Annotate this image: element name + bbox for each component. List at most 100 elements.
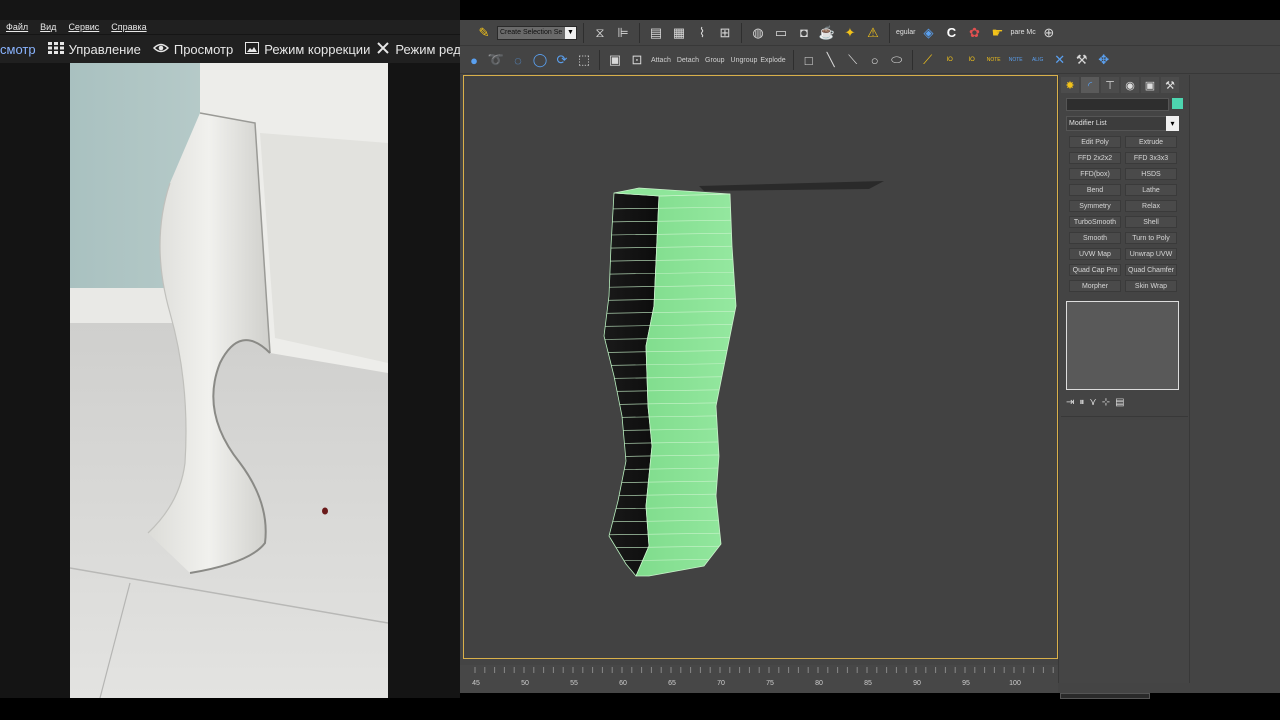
- modifier-button[interactable]: Edit Poly: [1069, 136, 1121, 148]
- modifier-button[interactable]: TurboSmooth: [1069, 216, 1121, 228]
- render-frame-icon[interactable]: ◘: [794, 23, 814, 43]
- pin-stack-icon[interactable]: ⇥: [1066, 397, 1074, 408]
- modifier-button[interactable]: FFD 2x2x2: [1069, 152, 1121, 164]
- rectangle-icon[interactable]: □: [799, 50, 819, 70]
- named-selection-icon[interactable]: ✎: [474, 23, 494, 43]
- configure-sets-icon[interactable]: ▤: [1115, 397, 1124, 408]
- modifier-button[interactable]: Smooth: [1069, 232, 1121, 244]
- modifier-button[interactable]: Morpher: [1069, 280, 1121, 292]
- hierarchy-icon[interactable]: ⊤: [1101, 77, 1119, 93]
- pivot-icon[interactable]: ✥: [1094, 50, 1114, 70]
- create-icon[interactable]: ✸: [1061, 77, 1079, 93]
- circle-select-icon[interactable]: ◯: [530, 50, 550, 70]
- menu-help[interactable]: Справка: [111, 22, 146, 32]
- object-name-field[interactable]: [1066, 98, 1169, 111]
- toolbar-separator: [792, 50, 794, 70]
- hand-icon[interactable]: ☛: [987, 23, 1007, 43]
- lasso-icon[interactable]: ➰: [486, 50, 506, 70]
- show-end-result-icon[interactable]: ⏸: [1079, 397, 1084, 408]
- scene-explorer-icon[interactable]: ▦: [669, 23, 689, 43]
- window-crossing-icon[interactable]: ▣: [605, 50, 625, 70]
- modifier-list-dropdown[interactable]: Modifier List ▾: [1066, 116, 1179, 131]
- motion-icon[interactable]: ◉: [1121, 77, 1139, 93]
- modifier-button[interactable]: Symmetry: [1069, 200, 1121, 212]
- timeline-tick-label: 80: [815, 680, 823, 687]
- snap-io-icon[interactable]: IO: [940, 50, 960, 70]
- render-setup-icon[interactable]: ▭: [771, 23, 791, 43]
- modifier-button[interactable]: UVW Map: [1069, 248, 1121, 260]
- material-editor-icon[interactable]: ◍: [748, 23, 768, 43]
- modifier-button[interactable]: FFD(box): [1069, 168, 1121, 180]
- fence-select-icon[interactable]: ⟳: [552, 50, 572, 70]
- note-icon[interactable]: NOTE: [984, 50, 1004, 70]
- align-snap-icon[interactable]: ALIG: [1028, 50, 1048, 70]
- render-iterative-icon[interactable]: ✦: [840, 23, 860, 43]
- spline-icon[interactable]: ⟍: [843, 50, 863, 70]
- modifier-button[interactable]: Skin Wrap: [1125, 280, 1177, 292]
- modifier-button[interactable]: Quad Cap Pro: [1069, 264, 1121, 276]
- align-icon[interactable]: ⊫: [613, 23, 633, 43]
- perspective-viewport[interactable]: [463, 75, 1058, 659]
- modifier-button[interactable]: HSDS: [1125, 168, 1177, 180]
- attach-button[interactable]: Attach: [649, 57, 673, 64]
- explode-button[interactable]: Explode: [759, 57, 787, 64]
- utilities-icon[interactable]: ⚒: [1161, 77, 1179, 93]
- selection-set-dropdown[interactable]: Create Selection Se ▼: [497, 25, 577, 40]
- layer-manager-icon[interactable]: ▤: [646, 23, 666, 43]
- rgb-nodes-icon[interactable]: ✿: [964, 23, 984, 43]
- remove-modifier-icon[interactable]: ⊹: [1102, 397, 1110, 408]
- modify-icon[interactable]: ◜: [1081, 77, 1099, 93]
- modifier-stack[interactable]: [1066, 301, 1179, 390]
- menu-file[interactable]: Файл: [6, 22, 28, 32]
- viewer-menubar: Файл Вид Сервис Справка: [0, 20, 460, 34]
- modifier-button[interactable]: Unwrap UVW: [1125, 248, 1177, 260]
- crossing-icon[interactable]: ⊡: [627, 50, 647, 70]
- timeline-tick-label: 100: [1009, 680, 1021, 687]
- make-unique-icon[interactable]: ⋎: [1089, 397, 1096, 408]
- xform-icon[interactable]: ✕: [1050, 50, 1070, 70]
- display-icon[interactable]: ▣: [1141, 77, 1159, 93]
- hammer-icon[interactable]: ⚒: [1072, 50, 1092, 70]
- time-slider-track[interactable]: 45 50 55 60 65 70 75 80 85 90 95 100: [460, 665, 1058, 693]
- modifier-button[interactable]: Bend: [1069, 184, 1121, 196]
- group-button[interactable]: Group: [703, 57, 726, 64]
- region-select-icon[interactable]: ⬚: [574, 50, 594, 70]
- warning-icon[interactable]: ⚠: [863, 23, 883, 43]
- tab-editor[interactable]: Режим редактора: [376, 35, 460, 63]
- curve-editor-icon[interactable]: ⌇: [692, 23, 712, 43]
- modifier-button[interactable]: FFD 3x3x3: [1125, 152, 1177, 164]
- snap-icon[interactable]: ⟋: [918, 50, 938, 70]
- crosshair-icon[interactable]: ⊕: [1039, 23, 1059, 43]
- modifier-button[interactable]: Relax: [1125, 200, 1177, 212]
- command-panel-tabs: ✸ ◜ ⊤ ◉ ▣ ⚒: [1061, 77, 1189, 95]
- schematic-view-icon[interactable]: ⊞: [715, 23, 735, 43]
- tab-correction[interactable]: Режим коррекции: [239, 35, 376, 63]
- note2-icon[interactable]: NOTE: [1006, 50, 1026, 70]
- detach-button[interactable]: Detach: [675, 57, 701, 64]
- menu-view[interactable]: Вид: [40, 22, 56, 32]
- path-label[interactable]: pare Mc: [1010, 29, 1035, 36]
- tab-preview[interactable]: Просмотр: [147, 35, 239, 63]
- paint-select-icon[interactable]: ◌: [508, 50, 528, 70]
- modifier-button[interactable]: Extrude: [1125, 136, 1177, 148]
- circle-icon[interactable]: ○: [865, 50, 885, 70]
- render-preset-label[interactable]: egular: [896, 29, 915, 36]
- snap-io2-icon[interactable]: IO: [962, 50, 982, 70]
- sphere-icon[interactable]: ●: [464, 50, 484, 70]
- object-color-swatch[interactable]: [1172, 98, 1183, 109]
- c-script-icon[interactable]: C: [941, 23, 961, 43]
- line-icon[interactable]: ╲: [821, 50, 841, 70]
- menu-service[interactable]: Сервис: [68, 22, 99, 32]
- ellipse-icon[interactable]: ⬭: [887, 50, 907, 70]
- modifier-button[interactable]: Turn to Poly: [1125, 232, 1177, 244]
- render-icon[interactable]: ☕: [817, 23, 837, 43]
- modifier-button[interactable]: Quad Chamfer: [1125, 264, 1177, 276]
- ungroup-button[interactable]: Ungroup: [729, 57, 758, 64]
- coordinate-field[interactable]: [1060, 693, 1150, 699]
- tab-view-active[interactable]: смотр: [0, 35, 42, 63]
- graphite-icon[interactable]: ◈: [918, 23, 938, 43]
- modifier-button[interactable]: Shell: [1125, 216, 1177, 228]
- modifier-button[interactable]: Lathe: [1125, 184, 1177, 196]
- mirror-icon[interactable]: ⧖: [590, 23, 610, 43]
- tab-manage[interactable]: Управление: [42, 35, 147, 63]
